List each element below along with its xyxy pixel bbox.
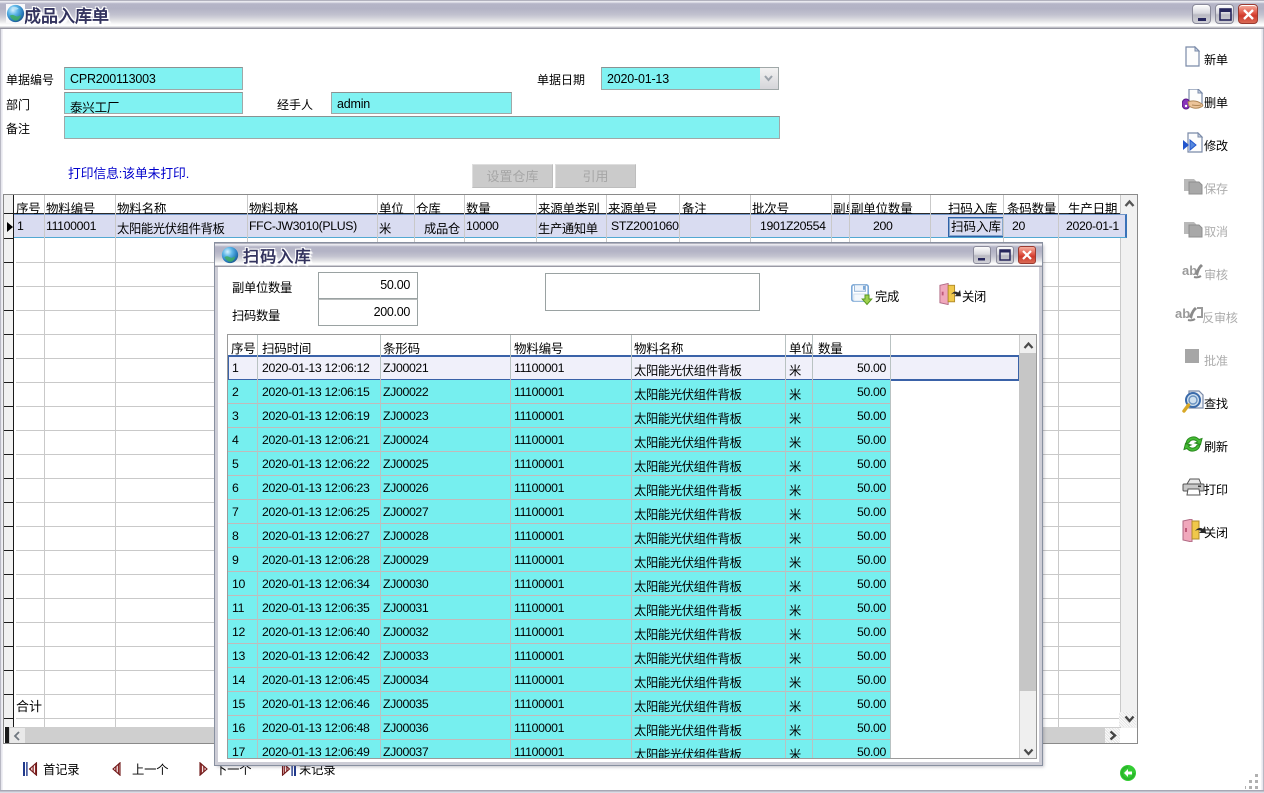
svg-text:ab: ab [1175,306,1190,321]
svg-text:ab: ab [1182,263,1197,278]
